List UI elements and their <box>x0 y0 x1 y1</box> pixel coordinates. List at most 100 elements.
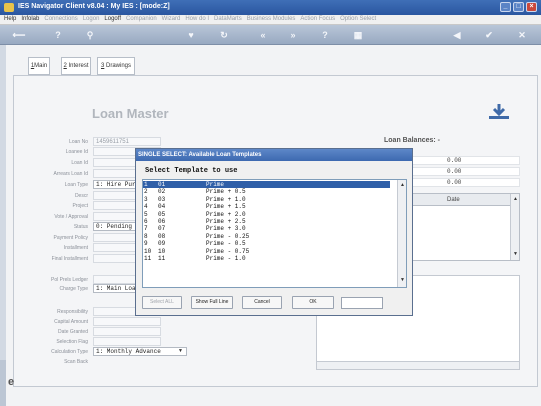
show-full-line-button[interactable]: Show Full Line <box>191 296 233 309</box>
forward-icon[interactable]: » <box>288 30 298 40</box>
cancel-button[interactable]: Cancel <box>242 296 282 309</box>
tab-main[interactable]: 1Main <box>28 57 50 75</box>
field-label-charge-type: Charge Type <box>59 286 88 292</box>
filter-input[interactable] <box>341 297 383 309</box>
list-cell-code: 02 <box>158 188 166 196</box>
info-icon[interactable]: ? <box>320 30 330 40</box>
list-cell-name: Prime + 3.0 <box>206 225 246 233</box>
scroll-up-icon[interactable]: ▲ <box>512 196 519 203</box>
field-label-calculation-type: Calculation Type <box>51 349 88 355</box>
grid-scrollbar[interactable]: ▲ ▼ <box>510 194 519 260</box>
menu-item[interactable]: How do I <box>185 16 209 22</box>
list-cell-code: 07 <box>158 225 166 233</box>
menu-item[interactable]: Option Select <box>340 16 376 22</box>
list-item[interactable]: 3 03 Prime + 1.0 <box>143 196 390 203</box>
field-loan-no[interactable]: 1459611751 <box>93 137 161 146</box>
dialog-title: SINGLE SELECT: Available Loan Templates <box>136 149 412 161</box>
refresh-icon[interactable]: ↻ <box>219 30 229 40</box>
menu-item[interactable]: DataMarts <box>214 16 242 22</box>
menu-item[interactable]: Business Modules <box>247 16 296 22</box>
list-cell-name: Prime - 0.25 <box>206 232 250 240</box>
window-title: IES Navigator Client v8.04 : My IES : [m… <box>18 3 170 10</box>
toolbar: ⟵ ? ⚲ ♥ ↻ « » ? ▦ ◀ ✔ ✕ <box>0 25 541 45</box>
dialog-subtitle: Select Template to use <box>145 167 238 175</box>
list-cell-code: 03 <box>158 195 166 203</box>
list-cell-code: 10 <box>158 247 166 255</box>
close-x-icon[interactable]: ✕ <box>517 30 527 40</box>
tab-drawings[interactable]: 3 Drawings <box>97 57 135 75</box>
search-icon[interactable]: ⚲ <box>85 30 95 40</box>
field-calculation-type[interactable]: 1: Monthly Advance <box>93 347 187 356</box>
field-label-pol-prels-ledger: Pol Prels Ledger <box>51 277 88 283</box>
list-cell-n: 8 <box>144 232 148 240</box>
list-cell-name: Prime <box>206 181 225 188</box>
rewind-icon[interactable]: « <box>258 30 268 40</box>
list-cell-name: Prime + 0.5 <box>206 188 246 196</box>
menu-item[interactable]: Logon <box>83 16 100 22</box>
menu-item[interactable]: Connections <box>44 16 77 22</box>
tab-interest[interactable]: 2 Interest <box>61 57 91 75</box>
back-arrow-icon[interactable]: ⟵ <box>10 30 28 40</box>
field-label-capital-amount: Capital Amount <box>54 319 88 325</box>
balance-value: 0.00 <box>410 167 520 176</box>
grid-icon[interactable]: ▦ <box>353 30 363 40</box>
window-title-bar: IES Navigator Client v8.04 : My IES : [m… <box>0 0 541 15</box>
list-cell-name: Prime + 1.0 <box>206 195 246 203</box>
field-label-final-installment: Final Installment <box>51 256 88 262</box>
left-arrow-icon[interactable]: ◀ <box>452 30 462 40</box>
menu-item[interactable]: Companion <box>126 16 157 22</box>
ie-icon[interactable]: e <box>8 376 16 390</box>
template-list[interactable]: 1 01 Prime 2 02 Prime + 0.5 3 03 Prime + 1.0 4 04 P… <box>142 179 407 288</box>
list-scrollbar[interactable]: ▲ ▼ <box>397 180 406 287</box>
field-label-loan-no: Loan No <box>69 139 88 145</box>
dropdown-arrow-icon[interactable]: ▼ <box>178 348 183 354</box>
menu-item[interactable]: Infolab <box>21 16 39 22</box>
field-label-status: Status <box>73 224 88 230</box>
list-item[interactable]: 11 11 Prime - 1.0 <box>143 255 390 262</box>
close-icon[interactable]: × <box>526 2 537 12</box>
menu-item[interactable]: Help <box>4 16 16 22</box>
field-label-date-granted: Date Granted <box>57 329 88 335</box>
list-cell-code: 11 <box>158 255 166 262</box>
maximize-icon[interactable]: □ <box>513 2 524 12</box>
balance-value: 0.00 <box>410 156 520 165</box>
list-cell-name: Prime + 2.0 <box>206 210 246 218</box>
list-item[interactable]: 6 06 Prime + 2.5 <box>143 218 390 225</box>
list-cell-code: 06 <box>158 218 166 225</box>
list-item[interactable]: 7 07 Prime + 3.0 <box>143 225 390 232</box>
field-capital-amount[interactable] <box>93 317 161 326</box>
list-cell-n: 6 <box>144 218 148 225</box>
list-item[interactable]: 1 01 Prime <box>143 181 390 188</box>
list-item[interactable]: 4 04 Prime + 1.5 <box>143 203 390 210</box>
field-label-installment: Installment <box>63 245 88 251</box>
field-date-granted[interactable] <box>93 327 161 336</box>
field-selection-flag[interactable] <box>93 337 161 346</box>
list-cell-name: Prime + 2.5 <box>206 218 246 225</box>
field-label-scan-back: Scan Back <box>64 359 88 365</box>
check-icon[interactable]: ✔ <box>484 30 494 40</box>
menu-item[interactable]: Logoff <box>104 16 121 22</box>
list-cell-name: Prime - 0.75 <box>206 247 250 255</box>
scroll-down-icon[interactable]: ▼ <box>512 251 519 258</box>
ok-button[interactable]: OK <box>292 296 334 309</box>
list-cell-n: 11 <box>144 255 152 262</box>
list-item[interactable]: 5 05 Prime + 2.0 <box>143 211 390 218</box>
minimize-icon[interactable]: _ <box>500 2 511 12</box>
scroll-down-icon[interactable]: ▼ <box>399 277 406 284</box>
help-icon[interactable]: ? <box>53 30 63 40</box>
horizontal-scrollbar[interactable] <box>317 361 519 369</box>
scroll-up-icon[interactable]: ▲ <box>399 182 406 189</box>
menu-bar: Help Infolab Connections Logon Logoff Compani… <box>0 15 541 25</box>
download-icon[interactable] <box>486 103 512 121</box>
list-cell-code: 01 <box>158 181 166 188</box>
list-item[interactable]: 2 02 Prime + 0.5 <box>143 188 390 195</box>
page-title: Loan Master <box>92 106 169 121</box>
menu-item[interactable]: Wizard <box>162 16 181 22</box>
heart-icon[interactable]: ♥ <box>186 30 196 40</box>
list-cell-n: 9 <box>144 240 148 248</box>
select-all-button[interactable]: Select ALL <box>142 296 182 309</box>
list-item[interactable]: 10 10 Prime - 0.75 <box>143 248 390 255</box>
list-item[interactable]: 9 09 Prime - 0.5 <box>143 240 390 247</box>
list-item[interactable]: 8 08 Prime - 0.25 <box>143 233 390 240</box>
menu-item[interactable]: Action Focus <box>300 16 335 22</box>
